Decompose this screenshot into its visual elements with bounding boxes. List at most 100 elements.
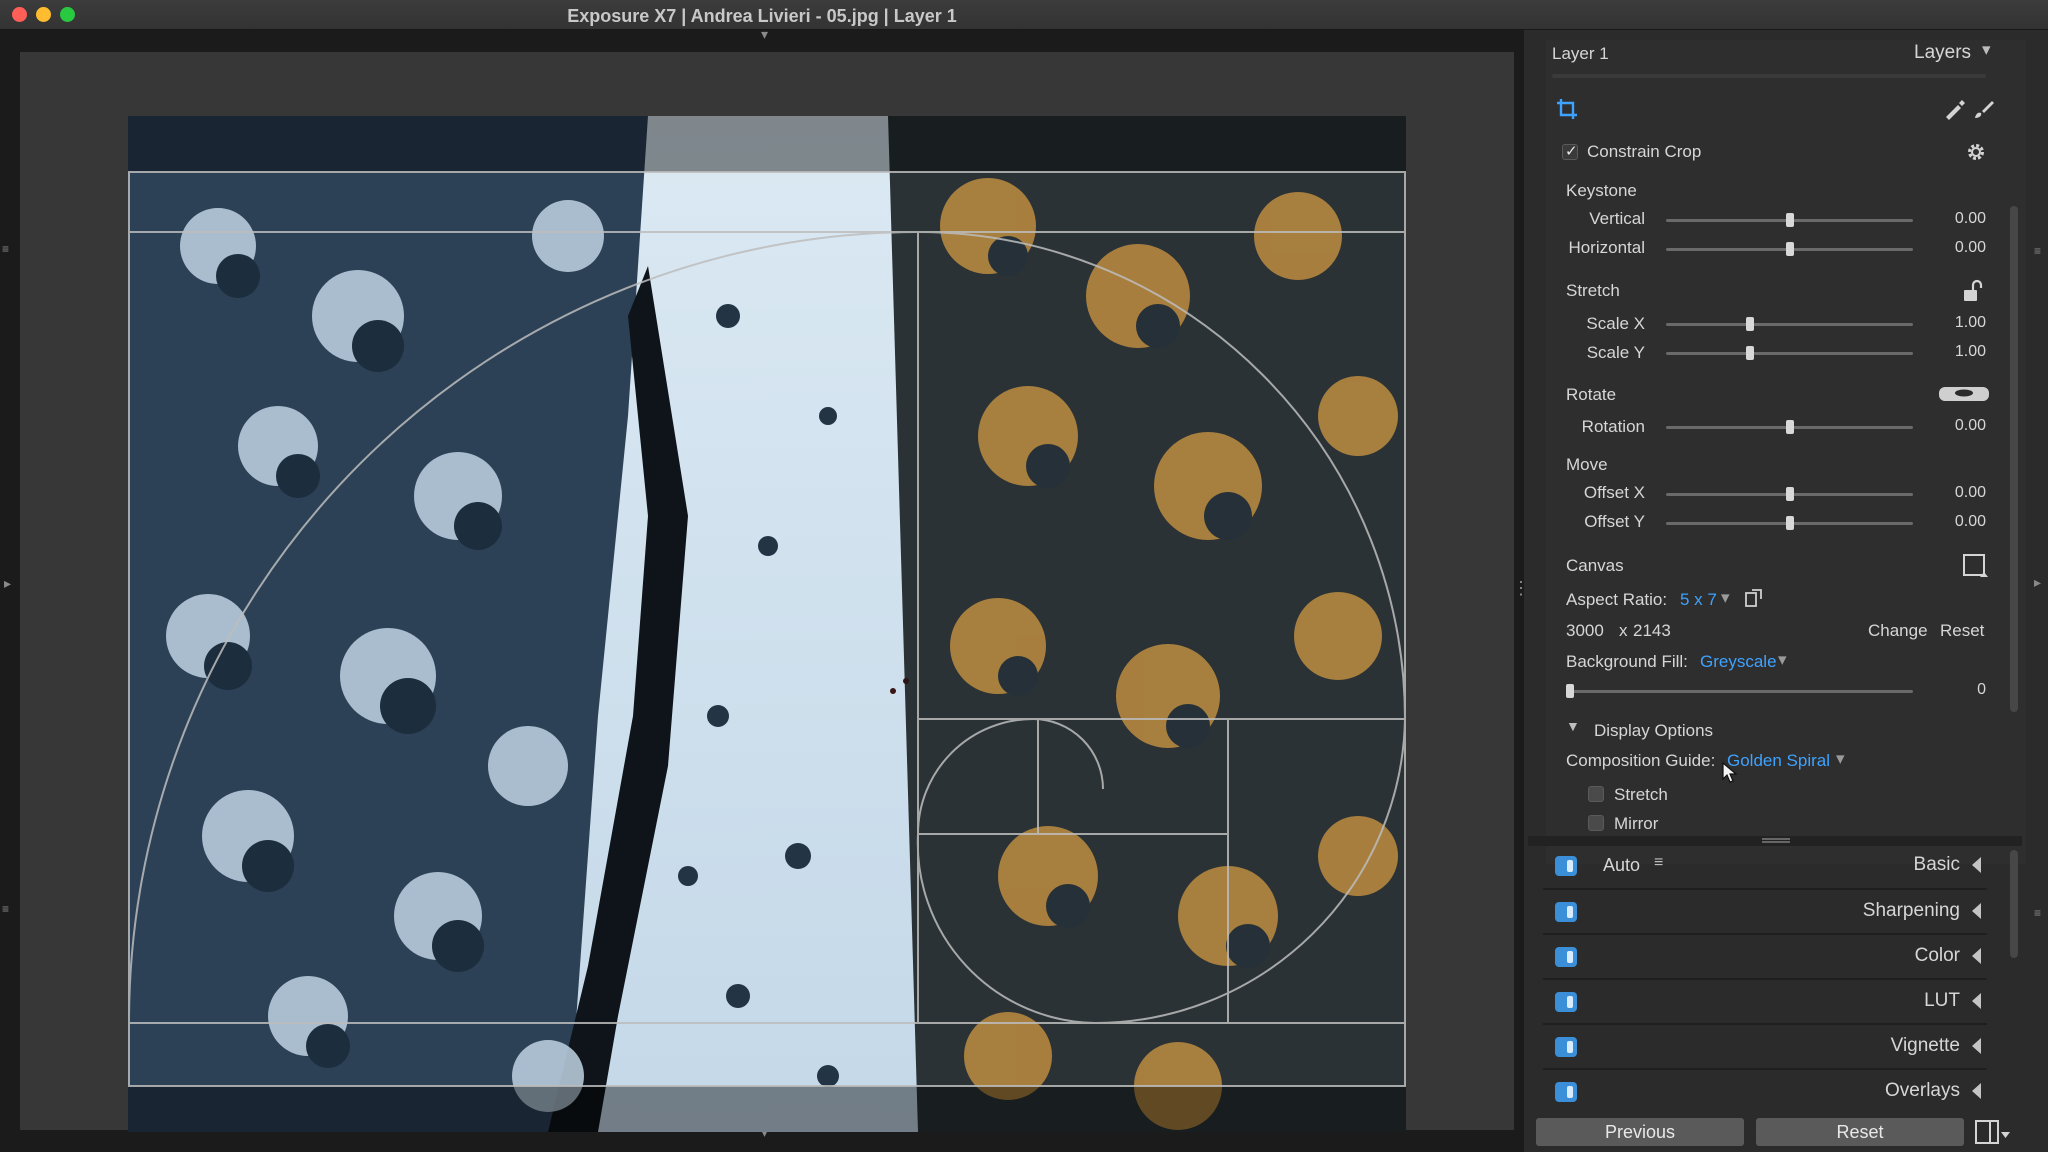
left-grip-icon[interactable]: ≡ (2, 242, 9, 256)
display-mirror-label: Mirror (1614, 814, 1659, 833)
sharpening-toggle-switch[interactable] (1555, 902, 1577, 922)
horizontal-slider-thumb[interactable] (1785, 242, 1794, 256)
vignette-section[interactable]: Vignette (1533, 1025, 1997, 1069)
vertical-slider[interactable] (1666, 213, 1913, 227)
overlays-section-label: Overlays (1885, 1080, 1960, 1101)
composition-guide-dropdown[interactable]: Golden Spiral (1727, 751, 1830, 771)
scale-x-slider[interactable] (1666, 317, 1913, 331)
display-options-collapse-icon[interactable]: ▼ (1566, 718, 1580, 734)
rotation-slider-thumb[interactable] (1785, 420, 1794, 434)
offset-x-slider[interactable] (1666, 487, 1913, 501)
offset-y-slider-thumb[interactable] (1785, 516, 1794, 530)
auto-menu-icon[interactable]: ≡ (1654, 854, 1663, 872)
horizontal-value[interactable]: 0.00 (1926, 239, 1986, 257)
basic-expand-icon[interactable] (1972, 857, 1981, 873)
sharpening-section[interactable]: Sharpening (1533, 890, 1997, 934)
background-fill-arrow-icon[interactable]: ▾ (1778, 650, 1787, 670)
constrain-crop-label: Constrain Crop (1587, 142, 1702, 161)
layers-dropdown[interactable]: Layers (1914, 42, 1971, 64)
right-grip-icon[interactable]: ≡ (2034, 244, 2041, 258)
brush-icon[interactable] (1943, 98, 1965, 125)
overlays-expand-icon[interactable] (1972, 1083, 1981, 1099)
aspect-ratio-arrow-icon[interactable]: ▾ (1721, 588, 1730, 608)
auto-button-label[interactable]: Auto (1603, 855, 1640, 876)
rotate-section-title: Rotate (1566, 385, 1617, 404)
right-panel-toggle-icon[interactable]: ▸ (2034, 574, 2041, 591)
rotation-slider[interactable] (1666, 420, 1913, 434)
level-tool-icon[interactable] (1938, 385, 1990, 408)
composition-guide-arrow-icon[interactable]: ▾ (1836, 749, 1845, 769)
scale-x-label: Scale X (1586, 314, 1645, 333)
vertical-value[interactable]: 0.00 (1926, 210, 1986, 228)
sharpening-expand-icon[interactable] (1972, 903, 1981, 919)
layer-name: Layer 1 (1552, 44, 1609, 63)
offset-x-slider-thumb[interactable] (1785, 487, 1794, 501)
canvas-frame-icon[interactable] (1962, 553, 1988, 584)
reset-button[interactable]: Reset (1756, 1118, 1964, 1146)
offset-y-slider[interactable] (1666, 516, 1913, 530)
display-stretch-checkbox[interactable] (1588, 786, 1604, 802)
canvas-section-title: Canvas (1566, 556, 1624, 575)
color-toggle-switch[interactable] (1555, 947, 1577, 967)
offset-y-value[interactable]: 0.00 (1926, 513, 1986, 531)
color-section[interactable]: Color (1533, 935, 1997, 979)
color-expand-icon[interactable] (1972, 948, 1981, 964)
color-section-label: Color (1914, 945, 1960, 966)
crop-panel-scrollbar[interactable] (2010, 206, 2018, 712)
aspect-ratio-label: Aspect Ratio: (1566, 590, 1668, 609)
scale-x-value[interactable]: 1.00 (1926, 314, 1986, 332)
compare-view-icon[interactable] (1975, 1120, 2011, 1151)
layers-dropdown-arrow-icon[interactable]: ▾ (1982, 40, 1991, 60)
canvas-width[interactable]: 3000 (1566, 621, 1604, 641)
background-fill-slider[interactable] (1566, 684, 1913, 698)
scale-y-slider-thumb[interactable] (1745, 346, 1754, 360)
aspect-ratio-dropdown[interactable]: 5 x 7 (1680, 590, 1717, 610)
scale-y-label: Scale Y (1586, 343, 1645, 362)
lut-expand-icon[interactable] (1972, 993, 1981, 1009)
crop-settings-gear-icon[interactable] (1965, 141, 1987, 168)
canvas-reset-button[interactable]: Reset (1940, 621, 1984, 641)
brush-settings-icon[interactable] (1973, 98, 1995, 125)
left-grip-lower-icon[interactable]: ≡ (2, 902, 9, 916)
vertical-slider-thumb[interactable] (1785, 213, 1794, 227)
vignette-expand-icon[interactable] (1972, 1038, 1981, 1054)
background-fill-dropdown[interactable]: Greyscale (1700, 652, 1777, 672)
scale-y-value[interactable]: 1.00 (1926, 343, 1986, 361)
scale-y-slider[interactable] (1666, 346, 1913, 360)
top-panel-toggle-icon[interactable]: ▾ (761, 26, 768, 43)
crop-tool-icon[interactable] (1556, 98, 1578, 125)
constrain-crop-checkbox[interactable]: ✓ (1562, 143, 1578, 160)
vertical-label: Vertical (1589, 209, 1645, 228)
background-fill-slider-thumb[interactable] (1566, 684, 1574, 698)
display-stretch-label: Stretch (1614, 785, 1668, 804)
background-fill-value[interactable]: 0 (1926, 681, 1986, 699)
previous-button[interactable]: Previous (1536, 1118, 1744, 1146)
basic-section[interactable]: Auto ≡ Basic (1533, 844, 1997, 888)
horizontal-slider[interactable] (1666, 242, 1913, 256)
rotation-value[interactable]: 0.00 (1926, 417, 1986, 435)
right-grip-lower-icon[interactable]: ≡ (2034, 906, 2041, 920)
layer-header-divider (1552, 74, 1986, 78)
canvas-change-button[interactable]: Change (1868, 621, 1928, 641)
display-options-title[interactable]: Display Options (1594, 721, 1713, 741)
vignette-toggle-switch[interactable] (1555, 1037, 1577, 1057)
canvas-height[interactable]: 2143 (1633, 621, 1671, 641)
image-viewer[interactable]: ▾ ▾ ▸ ≡ ≡ ⋮ (0, 26, 1530, 1152)
lut-section[interactable]: LUT (1533, 980, 1997, 1024)
overlays-toggle-switch[interactable] (1555, 1082, 1577, 1102)
sharpening-section-label: Sharpening (1862, 900, 1960, 921)
stretch-lock-icon[interactable] (1961, 279, 1985, 308)
lut-toggle-switch[interactable] (1555, 992, 1577, 1012)
canvas-dimension-separator: x (1619, 621, 1628, 640)
sections-scrollbar[interactable] (2010, 850, 2018, 958)
overlays-section[interactable]: Overlays (1533, 1070, 1997, 1114)
panel-resize-grip-icon[interactable] (1762, 838, 1790, 843)
basic-toggle-switch[interactable] (1555, 856, 1577, 876)
scale-x-slider-thumb[interactable] (1745, 317, 1754, 331)
left-panel-toggle-icon[interactable]: ▸ (4, 575, 11, 592)
mouse-cursor-icon (1722, 761, 1738, 789)
offset-x-value[interactable]: 0.00 (1926, 484, 1986, 502)
display-mirror-checkbox[interactable] (1588, 815, 1604, 831)
swap-orientation-icon[interactable] (1744, 588, 1764, 613)
photo-preview[interactable] (128, 116, 1406, 1132)
